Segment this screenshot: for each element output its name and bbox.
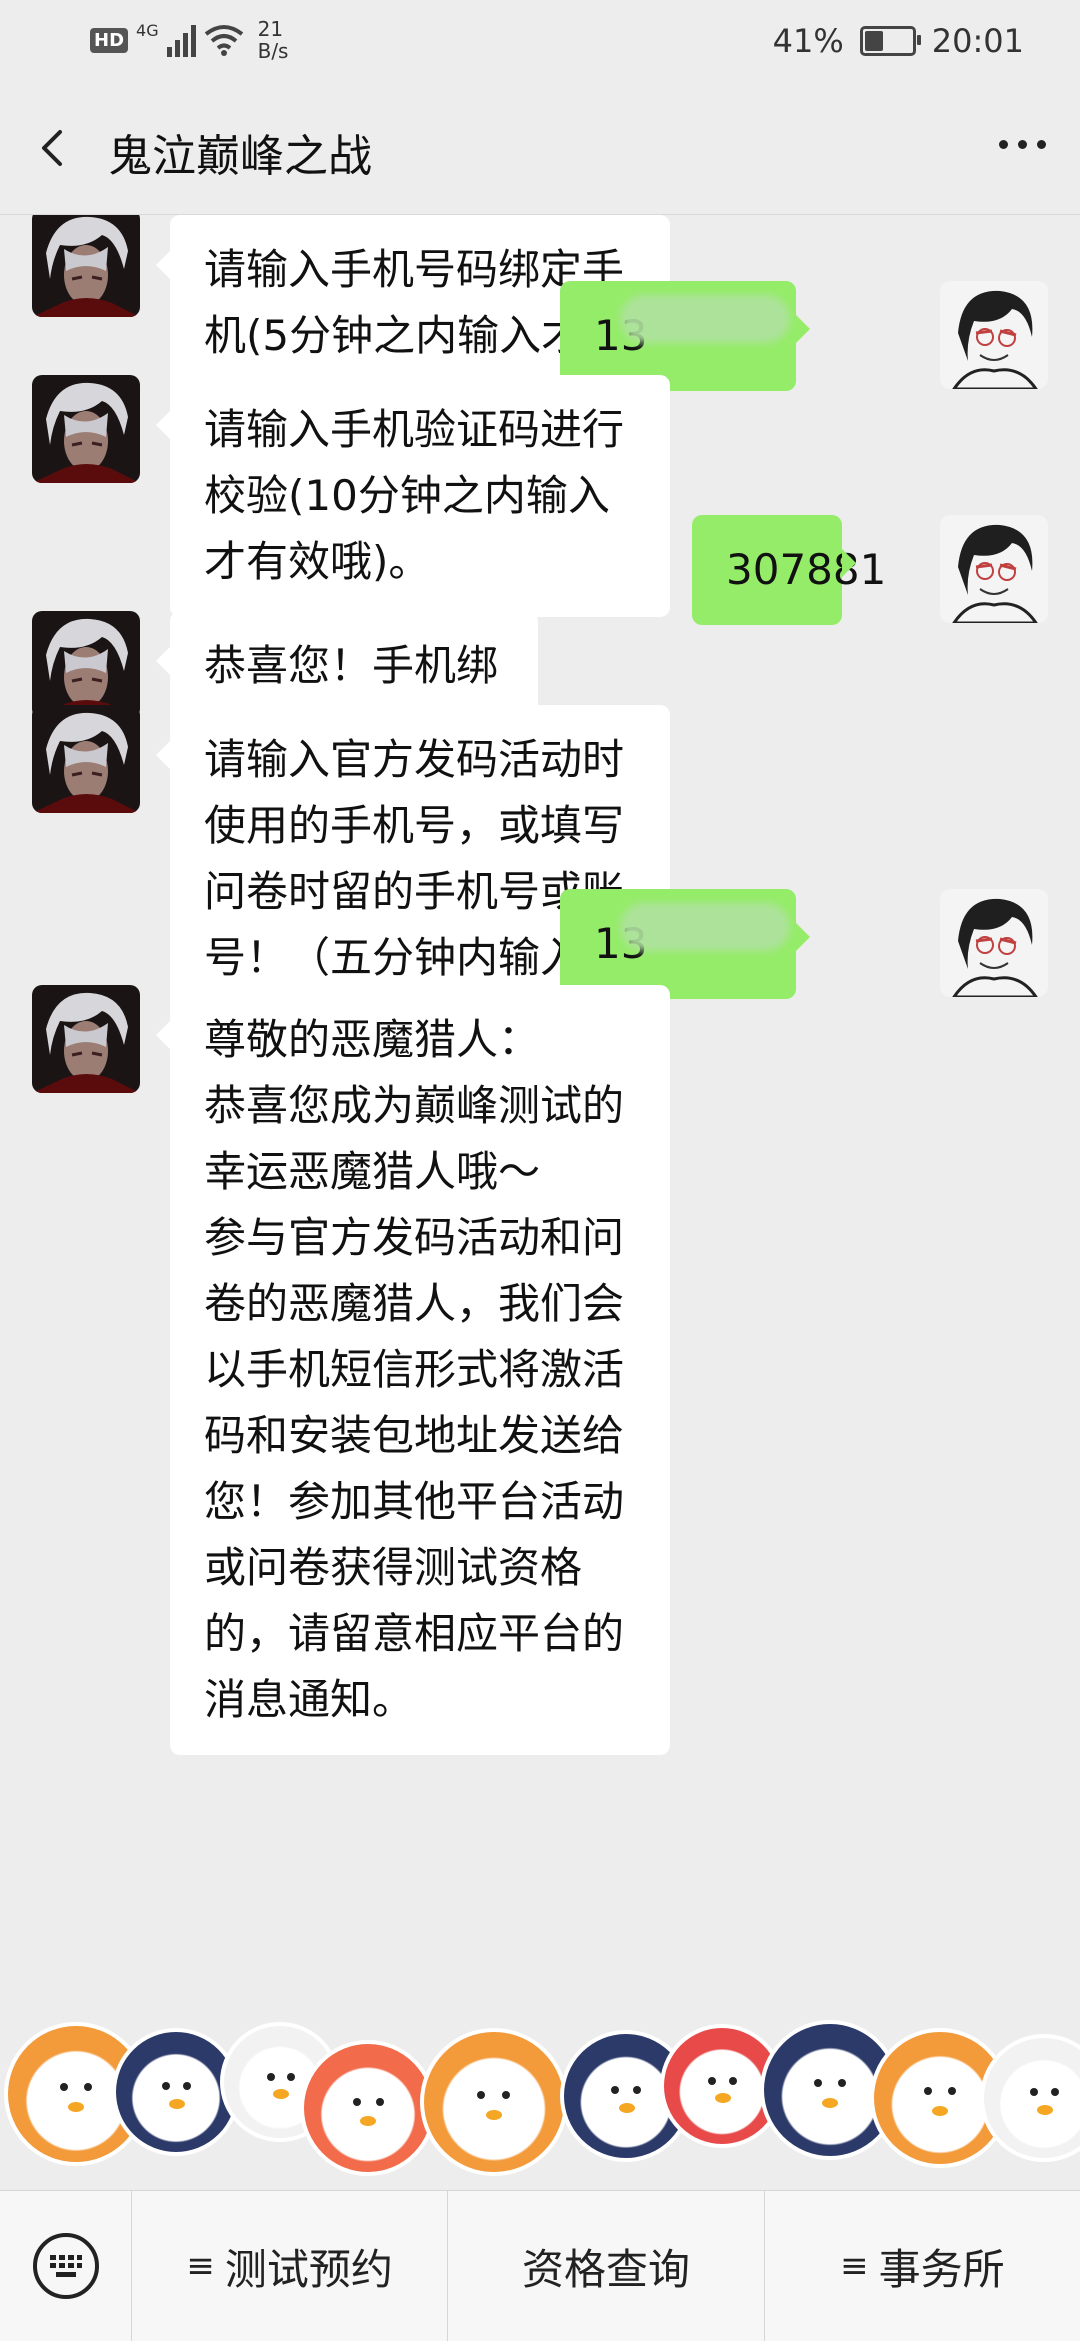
- bottom-menu: ≡ 测试预约 资格查询 ≡ 事务所: [0, 2190, 1080, 2341]
- wifi-icon: [204, 25, 243, 56]
- message-text: 307881: [726, 545, 887, 594]
- bot-avatar[interactable]: [32, 375, 140, 483]
- more-options-icon[interactable]: [999, 140, 1046, 149]
- redaction-blur: [620, 903, 790, 951]
- signal-icon: [166, 23, 196, 57]
- outgoing-message-bubble[interactable]: 13: [560, 889, 810, 999]
- menu-label: 事务所: [878, 2244, 1005, 2294]
- user-avatar[interactable]: [940, 889, 1048, 997]
- bot-avatar[interactable]: [32, 215, 140, 317]
- sticker-overlay: [0, 2020, 1080, 2190]
- redaction-blur: [620, 295, 790, 343]
- battery-percent: 41%: [772, 22, 844, 60]
- user-avatar[interactable]: [940, 281, 1048, 389]
- battery-icon: [859, 26, 921, 56]
- sticker-icon: [420, 2028, 568, 2176]
- back-arrow-icon[interactable]: [34, 128, 74, 168]
- speed-value: 21: [257, 17, 284, 41]
- title-bar: 鬼泣巅峰之战: [0, 84, 1080, 215]
- menu-eligibility-query[interactable]: 资格查询: [448, 2191, 765, 2341]
- chat-area[interactable]: 请输入手机号码绑定手机(5分钟之内输入才有效哦)。13请输入手机验证码进行校验(…: [0, 215, 1080, 2190]
- network-speed: 21 B/s: [258, 18, 289, 62]
- outgoing-message-bubble[interactable]: 307881: [692, 515, 886, 625]
- menu-label: 资格查询: [521, 2244, 690, 2294]
- bot-avatar[interactable]: [32, 985, 140, 1093]
- menu-icon: ≡: [840, 2246, 869, 2286]
- menu-test-reservation[interactable]: ≡ 测试预约: [132, 2191, 449, 2341]
- sticker-icon: [300, 2040, 436, 2176]
- bot-avatar[interactable]: [32, 611, 140, 719]
- sticker-icon: [980, 2034, 1080, 2162]
- keyboard-toggle-button[interactable]: [0, 2191, 132, 2341]
- speed-unit: B/s: [257, 39, 289, 63]
- keyboard-icon: [32, 2233, 99, 2299]
- incoming-message-bubble[interactable]: 请输入手机验证码进行校验(10分钟之内输入才有效哦)。: [156, 375, 670, 617]
- menu-office[interactable]: ≡ 事务所: [765, 2191, 1080, 2341]
- menu-label: 测试预约: [224, 2244, 393, 2294]
- status-bar: HD 4G 21 B/s 41% 20:01: [0, 0, 1080, 84]
- user-avatar[interactable]: [940, 515, 1048, 623]
- network-type: 4G: [136, 20, 159, 40]
- message-text: 尊敬的恶魔猎人： 恭喜您成为巅峰测试的幸运恶魔猎人哦～ 参与官方发码活动和问卷的…: [204, 1015, 625, 1724]
- incoming-message-bubble[interactable]: 尊敬的恶魔猎人： 恭喜您成为巅峰测试的幸运恶魔猎人哦～ 参与官方发码活动和问卷的…: [156, 985, 670, 1755]
- bot-avatar[interactable]: [32, 705, 140, 813]
- status-left: HD 4G 21 B/s: [90, 18, 288, 62]
- menu-icon: ≡: [186, 2246, 215, 2286]
- chat-title: 鬼泣巅峰之战: [108, 131, 372, 182]
- battery-fill: [864, 31, 883, 51]
- status-right: 41% 20:01: [773, 22, 1024, 60]
- message-text: 请输入手机验证码进行校验(10分钟之内输入才有效哦)。: [204, 405, 625, 586]
- hd-badge: HD: [90, 27, 129, 53]
- clock: 20:01: [931, 22, 1024, 60]
